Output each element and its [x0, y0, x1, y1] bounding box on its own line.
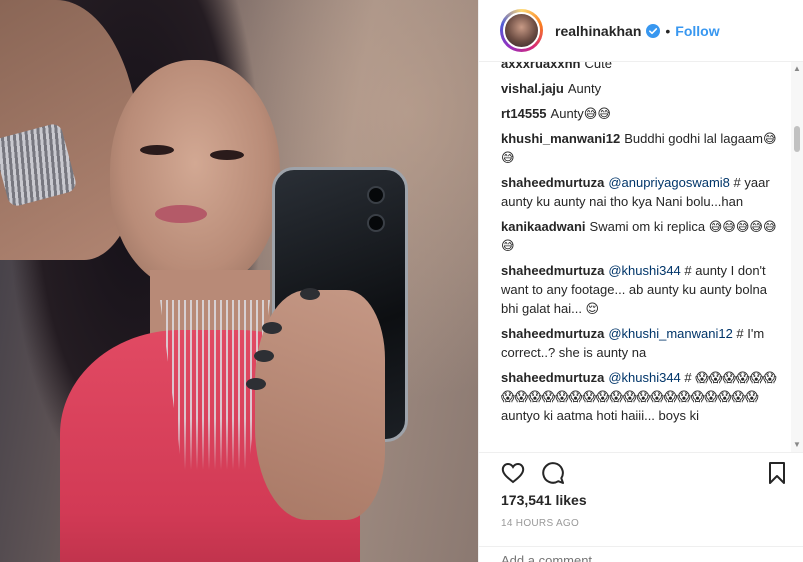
comment-username[interactable]: khushi_manwani12 — [501, 131, 620, 146]
photo-phone-camera-2 — [367, 214, 385, 232]
likes-count[interactable]: 173,541 likes — [501, 492, 587, 508]
verified-badge-icon — [646, 23, 661, 38]
photo-face — [110, 60, 280, 290]
photo-eye-left — [140, 145, 174, 155]
comments-section[interactable]: axxxruaxxhh Cute vishal.jaju Aunty rt14555 Au… — [479, 62, 803, 452]
post-side-panel: realhinakhan • Follow axxxruaxxhh Cute vis… — [478, 0, 803, 562]
comment-text: Aunty — [567, 81, 602, 96]
action-bar — [479, 452, 803, 490]
photo-eye-right — [210, 150, 244, 160]
avatar[interactable] — [503, 12, 540, 49]
comment-username[interactable]: kanikaadwani — [501, 219, 586, 234]
username-link[interactable]: realhinakhan — [555, 23, 641, 39]
comment-mention-link[interactable]: @anupriyagoswami8 — [608, 175, 730, 190]
comment-username[interactable]: shaheedmurtuza — [501, 175, 604, 190]
scroll-down-arrow-icon[interactable]: ▼ — [793, 441, 801, 449]
comment-mention-link[interactable]: @khushi344 — [608, 370, 680, 385]
comment-item: khushi_manwani12 Buddhi godhi lal lagaam😅… — [501, 129, 786, 167]
comment-item: shaheedmurtuza @anupriyagoswami8 # yaar a… — [501, 173, 786, 211]
comment-list: axxxruaxxhh Cute vishal.jaju Aunty rt14555 Au… — [501, 62, 786, 431]
comment-username[interactable]: shaheedmurtuza — [501, 326, 604, 341]
comment-item: shaheedmurtuza @khushi344 # 😱😱😱😱😱😱😱😱😱😱😱😱😱… — [501, 368, 786, 425]
comment-item: rt14555 Aunty😅😅 — [501, 104, 786, 123]
post-header: realhinakhan • Follow — [479, 0, 803, 62]
scrollbar-thumb[interactable] — [794, 126, 800, 152]
heart-outline-icon[interactable] — [501, 461, 525, 485]
photo-nail — [254, 350, 274, 362]
comment-item: shaheedmurtuza @khushi344 # aunty I don't… — [501, 261, 786, 318]
comment-item: axxxruaxxhh Cute — [501, 62, 786, 73]
add-comment-input[interactable] — [501, 553, 771, 562]
photo-nail — [300, 288, 320, 300]
bookmark-icon[interactable] — [765, 461, 789, 485]
speech-bubble-icon[interactable] — [541, 461, 565, 485]
comment-username[interactable]: shaheedmurtuza — [501, 370, 604, 385]
comment-text: Aunty😅😅 — [550, 106, 611, 121]
add-comment-bar — [479, 546, 803, 562]
comment-mention-link[interactable]: @khushi344 — [608, 263, 680, 278]
comment-username[interactable]: rt14555 — [501, 106, 547, 121]
photo-nail — [246, 378, 266, 390]
header-separator: • — [665, 22, 671, 39]
comment-mention-link[interactable]: @khushi_manwani12 — [608, 326, 733, 341]
comment-item: vishal.jaju Aunty — [501, 79, 786, 98]
scroll-up-arrow-icon[interactable]: ▲ — [793, 65, 801, 73]
comments-scrollbar[interactable]: ▲ ▼ — [791, 62, 803, 452]
comment-username[interactable]: shaheedmurtuza — [501, 263, 604, 278]
post-timestamp[interactable]: 14 HOURS AGO — [501, 518, 579, 529]
post-photo[interactable] — [0, 0, 478, 562]
comment-username[interactable]: vishal.jaju — [501, 81, 564, 96]
avatar-story-ring[interactable] — [500, 9, 543, 52]
comment-item: kanikaadwani Swami om ki replica 😅😅😅😅😅😅 — [501, 217, 786, 255]
comment-text: Cute — [584, 62, 612, 71]
follow-button[interactable]: Follow — [675, 23, 719, 39]
comment-username[interactable]: axxxruaxxhh — [501, 62, 581, 71]
photo-lips — [155, 205, 207, 223]
photo-nail — [262, 322, 282, 334]
comment-item: shaheedmurtuza @khushi_manwani12 # I'm co… — [501, 324, 786, 362]
photo-phone-camera-1 — [367, 186, 385, 204]
